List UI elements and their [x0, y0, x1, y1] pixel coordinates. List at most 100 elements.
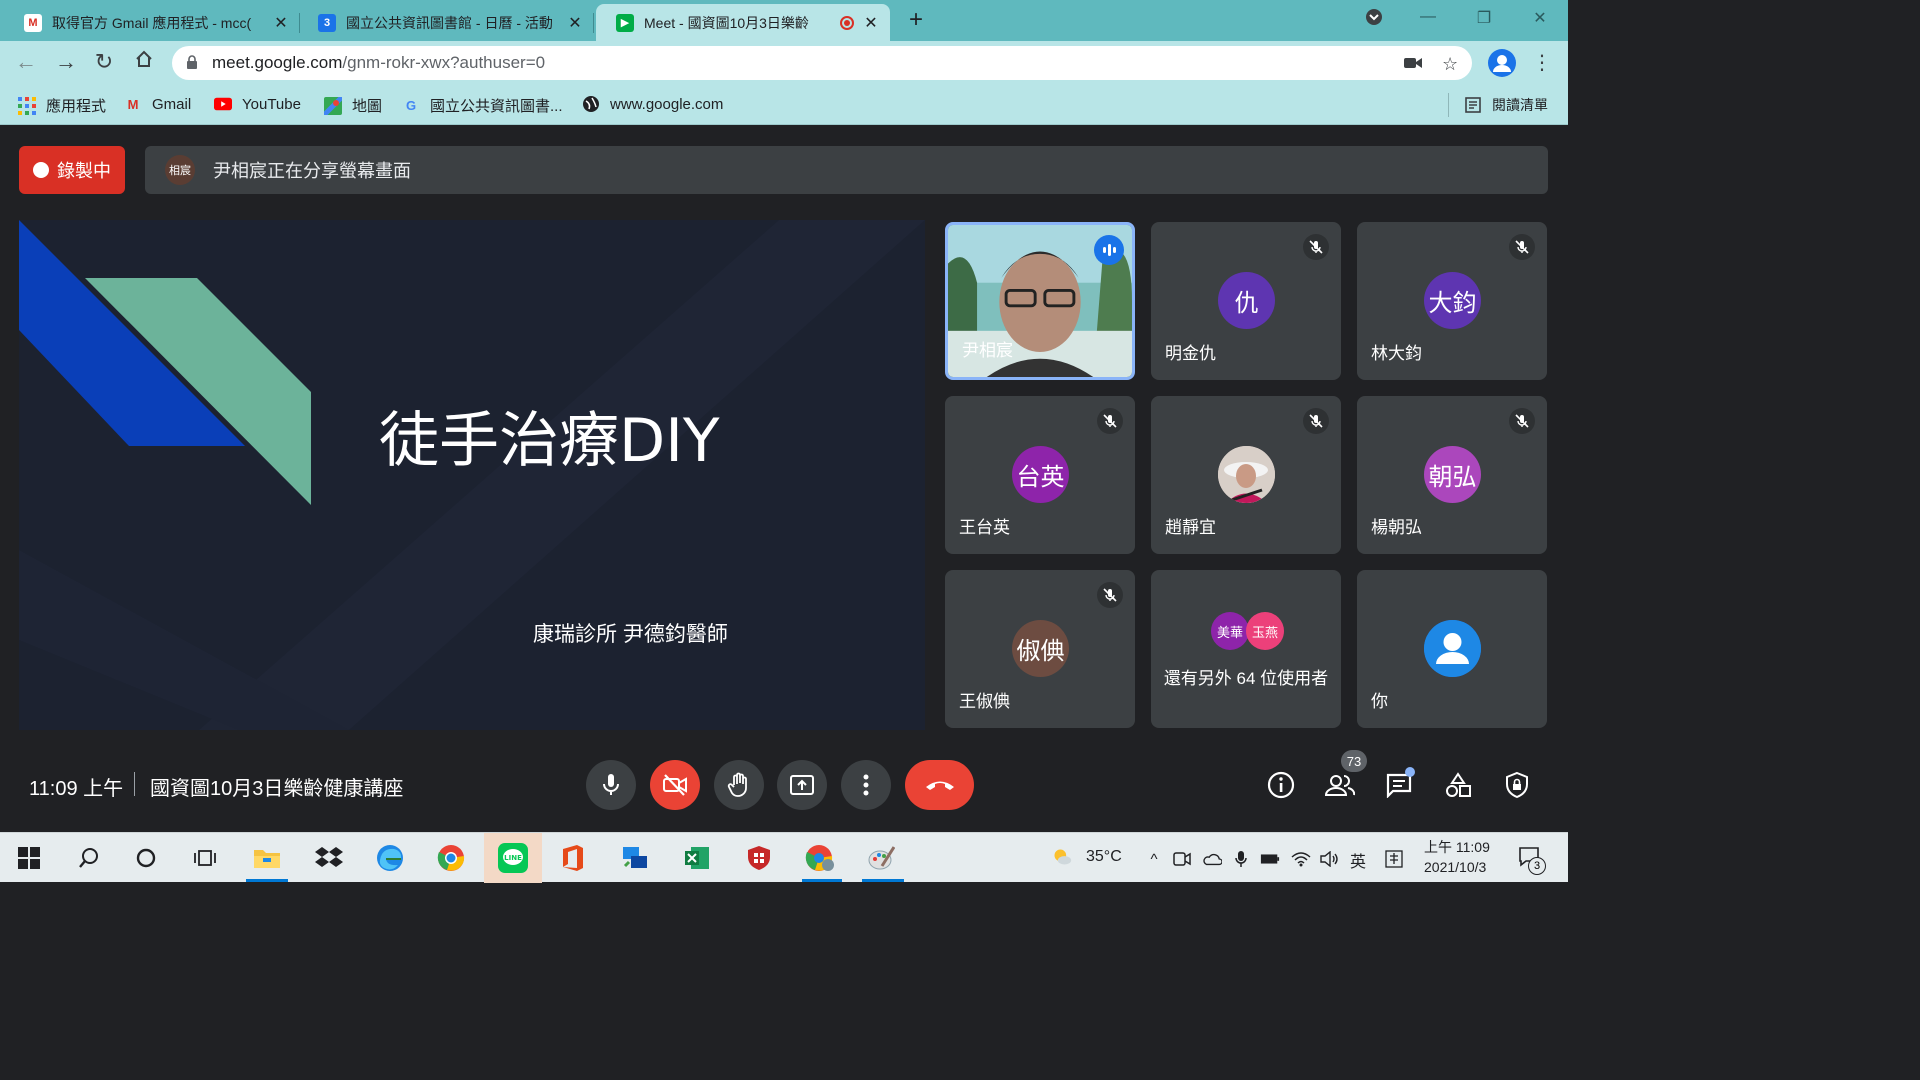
- tab-gmail[interactable]: M 取得官方 Gmail 應用程式 - mcc( ✕: [4, 4, 300, 41]
- back-icon[interactable]: ←: [12, 49, 40, 75]
- maps-icon: [324, 96, 342, 115]
- participant-tile[interactable]: 仇 明金仇: [1151, 222, 1341, 380]
- window-close-icon[interactable]: ✕: [1528, 8, 1552, 28]
- participant-avatar: 美華: [1211, 612, 1249, 650]
- participant-tile[interactable]: 朝弘 楊朝弘: [1357, 396, 1547, 554]
- bookmark-maps[interactable]: 地圖: [324, 95, 382, 116]
- participant-name: 楊朝弘: [1371, 518, 1422, 537]
- meet-now-icon[interactable]: [1172, 849, 1192, 869]
- present-screen-button[interactable]: [777, 760, 827, 810]
- recording-indicator[interactable]: 錄製中: [19, 146, 125, 194]
- line-app-icon[interactable]: LINE: [484, 833, 542, 883]
- chevron-up-icon[interactable]: ^: [1144, 849, 1164, 869]
- self-tile[interactable]: 你: [1357, 570, 1547, 728]
- home-icon[interactable]: [130, 49, 158, 75]
- close-tab-icon[interactable]: ✕: [272, 13, 290, 33]
- battery-icon[interactable]: [1260, 849, 1280, 869]
- raise-hand-icon: [727, 772, 747, 797]
- paint-icon[interactable]: [864, 841, 898, 875]
- participants-button[interactable]: [1323, 768, 1357, 802]
- chrome-profile-icon[interactable]: [803, 841, 837, 875]
- participant-name: 王台英: [959, 518, 1010, 537]
- active-indicator: [862, 879, 904, 882]
- tab-meet[interactable]: ▶ Meet - 國資圖10月3日樂齡 ✕: [596, 4, 890, 41]
- weather-icon[interactable]: [1052, 847, 1072, 867]
- windows-taskbar: LINE 35°C ^ 英 上午 11:09 2021/10/3 3: [0, 832, 1568, 883]
- forward-icon[interactable]: →: [52, 49, 80, 75]
- onedrive-icon[interactable]: [1202, 849, 1222, 869]
- participant-tile[interactable]: 尹相宸: [945, 222, 1135, 380]
- office-icon[interactable]: [556, 841, 590, 875]
- volume-icon[interactable]: [1320, 849, 1340, 869]
- bookmark-label: www.google.com: [610, 95, 724, 113]
- participant-tile[interactable]: 台英 王台英: [945, 396, 1135, 554]
- bookmark-google[interactable]: www.google.com: [582, 95, 723, 113]
- activities-icon: [1446, 772, 1471, 797]
- edge-browser-icon[interactable]: [373, 841, 407, 875]
- minimize-icon[interactable]: —: [1416, 8, 1440, 26]
- globe-icon: [582, 95, 600, 113]
- cortana-icon[interactable]: [129, 841, 163, 875]
- present-screen-icon: [790, 775, 814, 795]
- close-tab-icon[interactable]: ✕: [566, 13, 584, 33]
- file-explorer-icon[interactable]: [250, 841, 284, 875]
- tab-title: Meet - 國資圖10月3日樂齡: [644, 14, 809, 31]
- participant-tile[interactable]: 趙靜宜: [1151, 396, 1341, 554]
- participant-tile[interactable]: 大鈞 林大鈞: [1357, 222, 1547, 380]
- wifi-icon[interactable]: [1291, 849, 1311, 869]
- activities-button[interactable]: [1441, 768, 1475, 802]
- bookmark-gmail[interactable]: M Gmail: [124, 95, 192, 113]
- bookmark-label: 應用程式: [46, 98, 107, 115]
- bookmark-star-icon[interactable]: ☆: [1442, 54, 1458, 75]
- svg-text:LINE: LINE: [504, 854, 522, 862]
- excel-icon[interactable]: [680, 841, 714, 875]
- chrome-icon[interactable]: [434, 841, 468, 875]
- input-method-indicator[interactable]: 英: [1350, 848, 1366, 872]
- camera-off-button[interactable]: [650, 760, 700, 810]
- notification-count-badge: 3: [1528, 857, 1546, 875]
- reload-icon[interactable]: ↻: [90, 49, 118, 75]
- microphone-button[interactable]: [586, 760, 636, 810]
- apps-grid-icon: [18, 96, 36, 115]
- bookmark-apps[interactable]: 應用程式: [18, 95, 106, 116]
- other-participants-tile[interactable]: 美華 玉燕 還有另外 64 位使用者: [1151, 570, 1341, 728]
- weather-temperature[interactable]: 35°C: [1086, 848, 1122, 866]
- search-icon[interactable]: [72, 841, 106, 875]
- security-app-icon[interactable]: [742, 841, 776, 875]
- raise-hand-button[interactable]: [714, 760, 764, 810]
- task-view-icon[interactable]: [188, 841, 222, 875]
- bookmark-library[interactable]: G 國立公共資訊圖書...: [402, 95, 563, 116]
- bookmark-label: 國立公共資訊圖書...: [430, 98, 563, 115]
- self-avatar-icon: [1424, 620, 1481, 677]
- taskbar-date[interactable]: 2021/10/3: [1424, 859, 1486, 875]
- more-options-button[interactable]: [841, 760, 891, 810]
- tab-calendar[interactable]: 3 國立公共資訊圖書館 - 日曆 - 活動 ✕: [298, 4, 594, 41]
- participant-tile[interactable]: 俶倎 王俶倎: [945, 570, 1135, 728]
- start-windows-icon[interactable]: [12, 841, 46, 875]
- camera-blocked-icon[interactable]: [1404, 54, 1422, 75]
- restore-icon[interactable]: ❐: [1472, 8, 1496, 28]
- participant-name: 林大鈞: [1371, 344, 1422, 363]
- profile-avatar-icon[interactable]: [1488, 49, 1516, 77]
- people-icon: [1325, 775, 1355, 796]
- host-controls-button[interactable]: [1500, 768, 1534, 802]
- bookmark-youtube[interactable]: YouTube: [214, 95, 301, 113]
- taskbar-time[interactable]: 上午 11:09: [1424, 837, 1490, 857]
- tab-search-icon[interactable]: [1362, 8, 1386, 31]
- reading-list-button[interactable]: 閱讀清單: [1464, 95, 1548, 115]
- address-bar[interactable]: meet.google.com/gnm-rokr-xwx?authuser=0 …: [172, 46, 1472, 80]
- new-tab-button[interactable]: +: [902, 6, 930, 34]
- end-call-icon: [925, 781, 954, 790]
- ime-mode-icon[interactable]: [1384, 849, 1404, 869]
- network-app-icon[interactable]: [618, 841, 652, 875]
- gmail-icon: M: [127, 96, 139, 112]
- chrome-menu-icon[interactable]: ⋮: [1532, 50, 1552, 75]
- calendar-icon: 3: [318, 13, 336, 32]
- meeting-details-button[interactable]: [1264, 768, 1298, 802]
- share-notice: 尹相宸正在分享螢幕畫面: [213, 161, 411, 181]
- close-tab-icon[interactable]: ✕: [862, 13, 880, 33]
- tray-microphone-icon[interactable]: [1231, 849, 1251, 869]
- dropbox-icon[interactable]: [312, 841, 346, 875]
- youtube-icon: [214, 95, 232, 113]
- leave-call-button[interactable]: [905, 760, 974, 810]
